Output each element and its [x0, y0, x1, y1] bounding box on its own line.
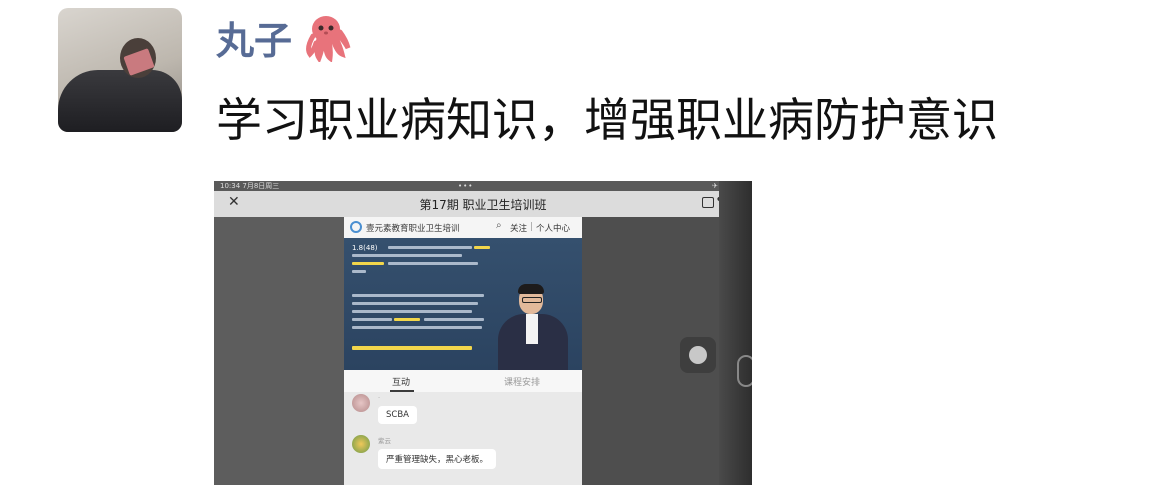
username-text[interactable]: 丸子	[216, 19, 292, 63]
nav-bar: ✕ 第17期 职业卫生培训班 •••	[214, 191, 752, 217]
site-name: 壹元素教育职业卫生培训	[366, 224, 460, 234]
avatar-blanket	[58, 70, 182, 132]
lecturer-hair	[518, 284, 544, 294]
slide-text-line	[352, 318, 392, 321]
slide-text-line	[352, 326, 482, 329]
comment-name: ·	[378, 394, 381, 402]
site-logo-icon	[350, 221, 362, 233]
minimize-icon[interactable]	[702, 197, 714, 208]
site-header: 壹元素教育职业卫生培训 ⌕ 关注 | 个人中心	[344, 217, 582, 238]
post-username[interactable]: 丸子	[216, 10, 352, 66]
ipad-bezel	[719, 181, 752, 485]
comment-bubble: SCBA	[378, 406, 417, 424]
follow-link[interactable]: 关注	[510, 222, 527, 234]
status-time: 10:34 7月8日周三	[220, 182, 280, 190]
header-separator: |	[530, 222, 533, 232]
slide-highlight-line	[352, 262, 384, 265]
comment-item: · SCBA	[352, 394, 572, 438]
home-button	[737, 355, 752, 387]
slide-text-line	[388, 246, 472, 249]
post-photo[interactable]: 10:34 7月8日周三 ••• ✈ ◉ 94% ✕ 第17期 职业卫生培训班 …	[214, 181, 752, 485]
comment-avatar	[352, 394, 370, 412]
nav-title: 第17期 职业卫生培训班	[419, 198, 547, 212]
slide-highlight-line	[394, 318, 420, 321]
comment-item: 紫云 严重管理缺失，黑心老板。	[352, 435, 572, 485]
user-avatar[interactable]	[58, 8, 182, 132]
status-bar: 10:34 7月8日周三 ••• ✈ ◉ 94%	[214, 181, 752, 191]
comment-name: 紫云	[378, 437, 391, 445]
lecturer-glasses	[522, 297, 542, 303]
tab-bar: 互动 课程安排	[344, 370, 582, 392]
web-page: 壹元素教育职业卫生培训 ⌕ 关注 | 个人中心 1.8(48) 互动 课程安排 …	[344, 217, 582, 485]
slide-text-line	[352, 302, 478, 305]
octopus-emoji-icon	[300, 10, 352, 77]
slide-text-line	[352, 294, 484, 297]
status-dots: •••	[458, 182, 474, 190]
comment-avatar	[352, 435, 370, 453]
assistive-touch-button[interactable]	[680, 337, 716, 373]
slide-text-line	[352, 270, 366, 273]
slide-highlight-line	[474, 246, 490, 249]
comment-bubble: 严重管理缺失，黑心老板。	[378, 449, 497, 469]
tab-course-schedule[interactable]: 课程安排	[504, 375, 540, 388]
slide-question-line	[352, 346, 472, 350]
slide-badge: 1.8(48)	[352, 244, 378, 252]
search-icon[interactable]: ⌕	[496, 220, 502, 231]
slide-text-line	[352, 310, 472, 313]
video-player[interactable]: 1.8(48)	[344, 238, 582, 370]
lecturer-figure	[494, 284, 574, 370]
slide-text-line	[352, 254, 462, 257]
tab-interaction[interactable]: 互动	[389, 375, 415, 392]
lecturer-shirt	[526, 314, 538, 344]
post-text: 学习职业病知识，增强职业病防护意识	[216, 93, 998, 147]
personal-center-link[interactable]: 个人中心	[536, 222, 570, 234]
slide-text-line	[388, 262, 478, 265]
slide-text-line	[424, 318, 484, 321]
left-panel	[214, 217, 344, 485]
